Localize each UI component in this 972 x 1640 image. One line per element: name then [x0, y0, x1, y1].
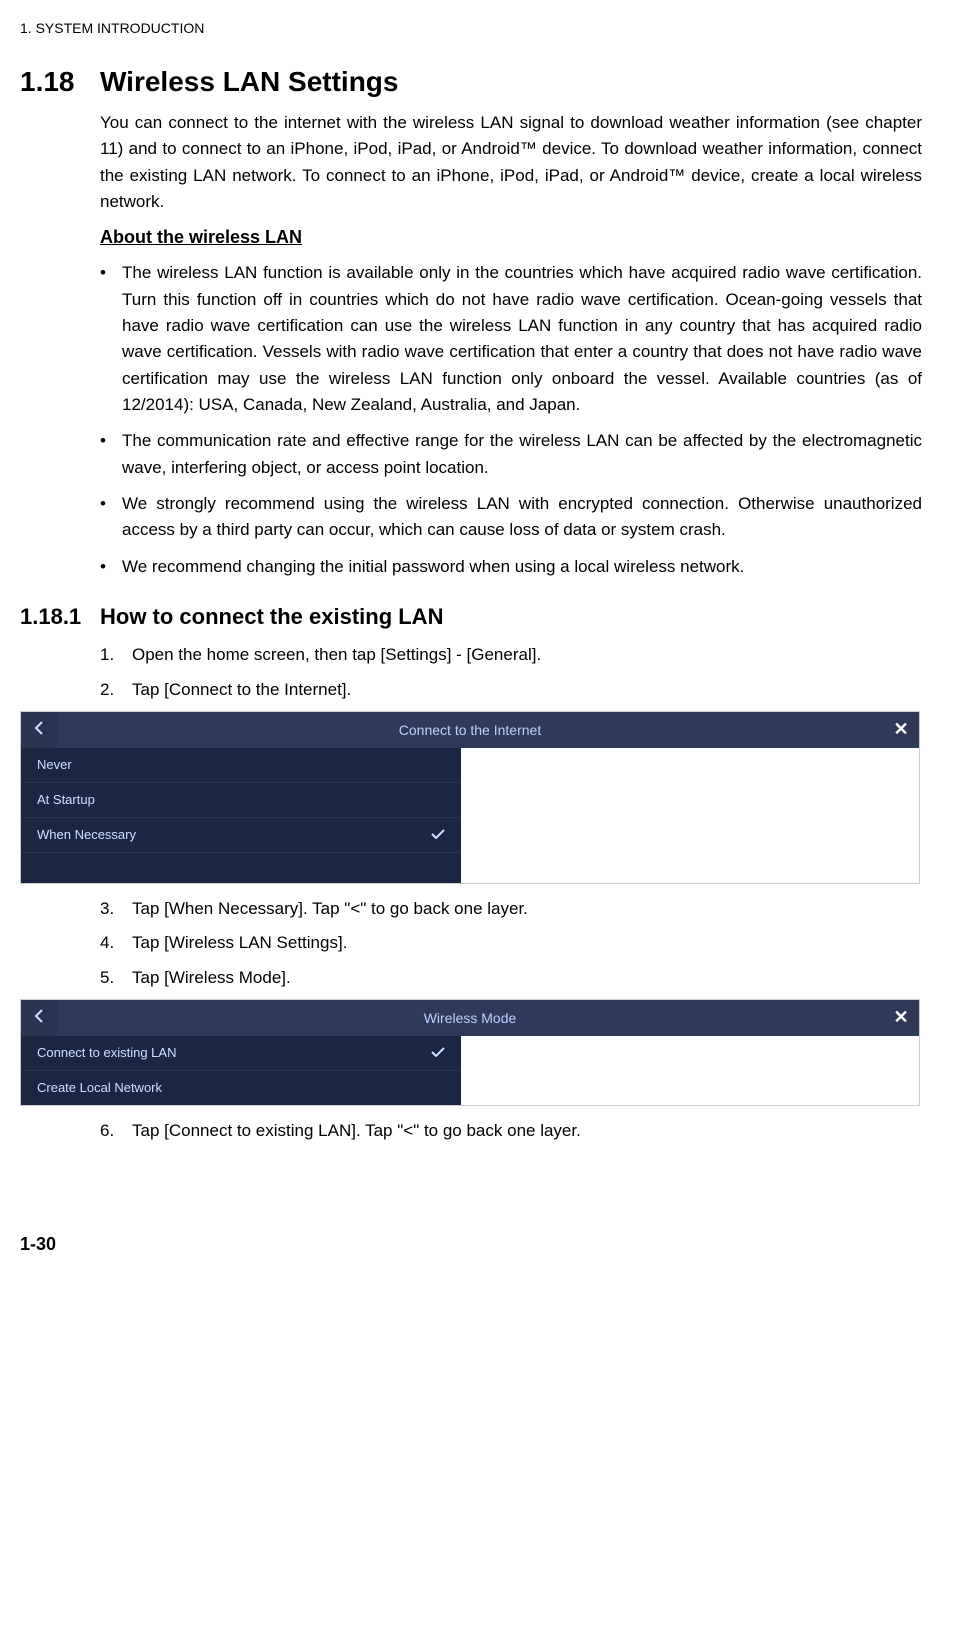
list-item: •We strongly recommend using the wireles… [100, 491, 922, 544]
option-when-necessary[interactable]: When Necessary [21, 818, 461, 853]
bullet-text: The communication rate and effective ran… [122, 428, 922, 481]
close-button[interactable]: ✕ [883, 712, 919, 748]
option-connect-existing-lan[interactable]: Connect to existing LAN [21, 1036, 461, 1071]
list-item: 4.Tap [Wireless LAN Settings]. [100, 930, 922, 956]
chevron-left-icon [34, 721, 44, 738]
option-label: When Necessary [37, 827, 136, 842]
list-item: •The wireless LAN function is available … [100, 260, 922, 418]
steps-list-a: 1.Open the home screen, then tap [Settin… [100, 642, 922, 703]
close-icon: ✕ [893, 1007, 908, 1028]
wireless-mode-panel: Wireless Mode ✕ Connect to existing LAN … [20, 999, 920, 1106]
check-icon [431, 827, 445, 842]
option-label: Connect to existing LAN [37, 1045, 176, 1060]
panel-filler-dark [21, 853, 461, 883]
panel-titlebar: Wireless Mode ✕ [21, 1000, 919, 1036]
step-text: Tap [Connect to the Internet]. [132, 677, 351, 703]
panel-filler-white [461, 1036, 919, 1105]
section-intro: You can connect to the internet with the… [100, 110, 922, 215]
subsection-number: 1.18.1 [20, 604, 100, 630]
panel-title: Connect to the Internet [57, 722, 883, 738]
steps-list-b: 3.Tap [When Necessary]. Tap "<" to go ba… [100, 896, 922, 991]
connect-to-internet-panel: Connect to the Internet ✕ Never At Start… [20, 711, 920, 884]
option-at-startup[interactable]: At Startup [21, 783, 461, 818]
back-button[interactable] [21, 712, 57, 748]
about-heading: About the wireless LAN [100, 227, 922, 248]
list-item: 1.Open the home screen, then tap [Settin… [100, 642, 922, 668]
list-item: 5.Tap [Wireless Mode]. [100, 965, 922, 991]
close-icon: ✕ [893, 719, 908, 740]
option-label: Create Local Network [37, 1080, 162, 1095]
option-list: Never At Startup When Necessary [21, 748, 461, 883]
option-never[interactable]: Never [21, 748, 461, 783]
option-list: Connect to existing LAN Create Local Net… [21, 1036, 461, 1105]
option-create-local-network[interactable]: Create Local Network [21, 1071, 461, 1105]
step-text: Tap [Wireless LAN Settings]. [132, 930, 347, 956]
list-item: 3.Tap [When Necessary]. Tap "<" to go ba… [100, 896, 922, 922]
section-heading: 1.18 Wireless LAN Settings [20, 66, 922, 98]
bullet-text: We strongly recommend using the wireless… [122, 491, 922, 544]
panel-title: Wireless Mode [57, 1010, 883, 1026]
bullet-text: The wireless LAN function is available o… [122, 260, 922, 418]
bullet-text: We recommend changing the initial passwo… [122, 554, 744, 580]
check-icon [431, 1045, 445, 1060]
step-text: Tap [Connect to existing LAN]. Tap "<" t… [132, 1118, 581, 1144]
list-item: •We recommend changing the initial passw… [100, 554, 922, 580]
panel-filler-white [461, 748, 919, 883]
page-number: 1-30 [20, 1234, 922, 1255]
close-button[interactable]: ✕ [883, 1000, 919, 1036]
running-header: 1. SYSTEM INTRODUCTION [20, 20, 922, 36]
back-button[interactable] [21, 1000, 57, 1036]
option-label: At Startup [37, 792, 95, 807]
steps-list-c: 6.Tap [Connect to existing LAN]. Tap "<"… [100, 1118, 922, 1144]
subsection-title: How to connect the existing LAN [100, 604, 443, 630]
about-bullet-list: •The wireless LAN function is available … [100, 260, 922, 580]
step-text: Open the home screen, then tap [Settings… [132, 642, 541, 668]
chevron-left-icon [34, 1009, 44, 1026]
step-text: Tap [Wireless Mode]. [132, 965, 291, 991]
step-text: Tap [When Necessary]. Tap "<" to go back… [132, 896, 528, 922]
section-number: 1.18 [20, 66, 100, 98]
list-item: •The communication rate and effective ra… [100, 428, 922, 481]
panel-titlebar: Connect to the Internet ✕ [21, 712, 919, 748]
section-title: Wireless LAN Settings [100, 66, 398, 98]
subsection-heading: 1.18.1 How to connect the existing LAN [20, 604, 922, 630]
list-item: 2.Tap [Connect to the Internet]. [100, 677, 922, 703]
list-item: 6.Tap [Connect to existing LAN]. Tap "<"… [100, 1118, 922, 1144]
option-label: Never [37, 757, 72, 772]
